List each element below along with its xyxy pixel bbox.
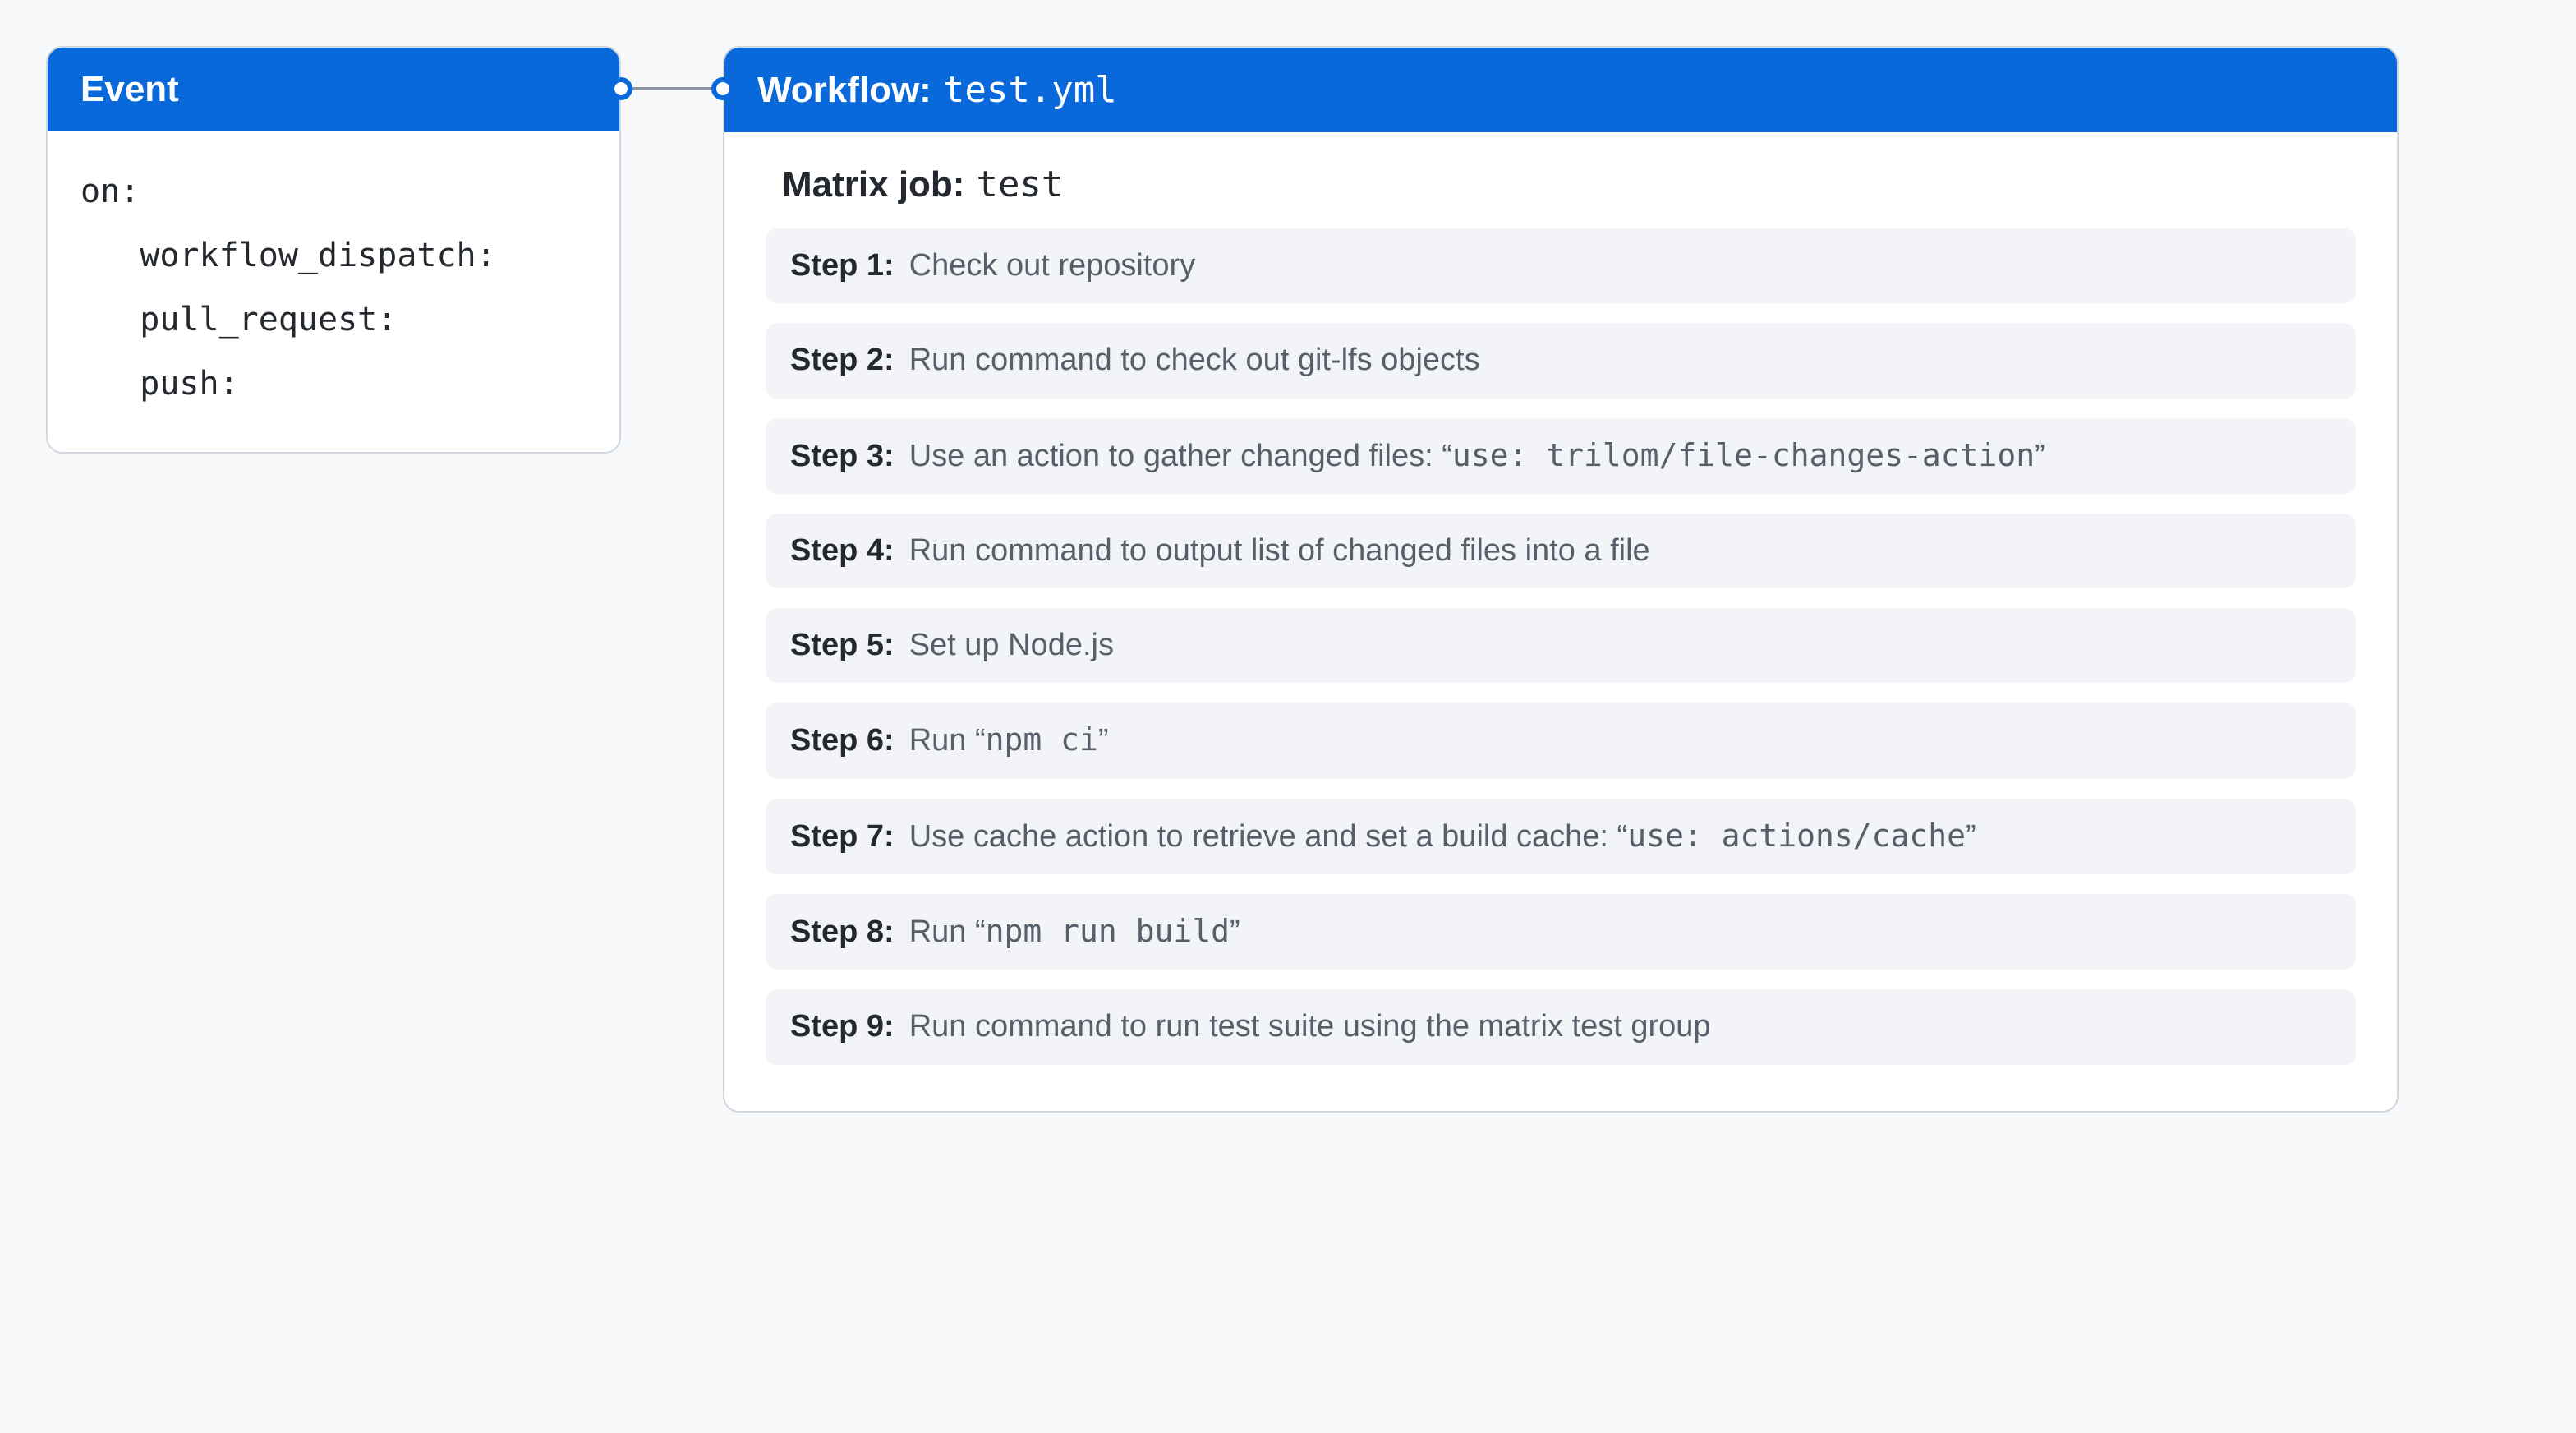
step-description: Run “npm run build” bbox=[909, 910, 1240, 953]
connector-dot-left bbox=[610, 77, 632, 100]
event-code-line: push: bbox=[80, 352, 586, 416]
step-description: Run “npm ci” bbox=[909, 719, 1109, 762]
matrix-job-name: test bbox=[976, 164, 1063, 205]
workflow-body: Matrix job: test Step 1: Check out reposi… bbox=[724, 132, 2397, 1111]
step-description: Check out repository bbox=[909, 245, 1196, 287]
step-row: Step 1: Check out repository bbox=[766, 228, 2356, 303]
step-label: Step 5: bbox=[790, 624, 895, 666]
step-description: Run command to check out git-lfs objects bbox=[909, 339, 1480, 381]
step-description: Use cache action to retrieve and set a b… bbox=[909, 815, 1976, 858]
step-row: Step 4: Run command to output list of cha… bbox=[766, 514, 2356, 588]
step-row: Step 2: Run command to check out git-lfs … bbox=[766, 323, 2356, 398]
step-code: npm ci bbox=[986, 721, 1098, 758]
step-label: Step 3: bbox=[790, 435, 895, 477]
workflow-header: Workflow: test.yml bbox=[724, 48, 2397, 132]
step-label: Step 4: bbox=[790, 530, 895, 572]
step-label: Step 8: bbox=[790, 911, 895, 953]
matrix-job-label: Matrix job: bbox=[782, 164, 964, 205]
diagram-stage: Event on: workflow_dispatch: pull_reques… bbox=[0, 0, 2576, 1433]
connector-line bbox=[621, 87, 723, 90]
steps-list: Step 1: Check out repository Step 2: Run co… bbox=[766, 228, 2356, 1065]
event-code-line: workflow_dispatch: bbox=[80, 223, 586, 288]
workflow-header-file: test.yml bbox=[943, 69, 1117, 111]
step-label: Step 9: bbox=[790, 1006, 895, 1048]
step-description: Run command to run test suite using the … bbox=[909, 1006, 1711, 1048]
step-label: Step 2: bbox=[790, 339, 895, 381]
workflow-header-label: Workflow: bbox=[757, 70, 932, 111]
matrix-job-title: Matrix job: test bbox=[782, 164, 2356, 205]
step-description: Set up Node.js bbox=[909, 624, 1114, 666]
step-row: Step 8: Run “npm run build” bbox=[766, 894, 2356, 970]
step-label: Step 7: bbox=[790, 816, 895, 858]
event-code-line: on: bbox=[80, 159, 586, 223]
step-row: Step 7: Use cache action to retrieve and … bbox=[766, 799, 2356, 874]
event-code-line: pull_request: bbox=[80, 288, 586, 352]
workflow-card: Workflow: test.yml Matrix job: test Step… bbox=[723, 46, 2399, 1113]
connector-dot-right bbox=[711, 77, 734, 100]
step-label: Step 6: bbox=[790, 720, 895, 762]
step-row: Step 9: Run command to run test suite usi… bbox=[766, 989, 2356, 1064]
step-code: use: trilom/file-changes-action bbox=[1452, 437, 2035, 473]
event-body: on: workflow_dispatch: pull_request: pus… bbox=[48, 131, 619, 452]
step-label: Step 1: bbox=[790, 245, 895, 287]
event-card: Event on: workflow_dispatch: pull_reques… bbox=[46, 46, 621, 454]
event-header-label: Event bbox=[80, 69, 179, 110]
step-code: use: actions/cache bbox=[1627, 818, 1966, 854]
step-code: npm run build bbox=[986, 913, 1230, 949]
event-header: Event bbox=[48, 48, 619, 131]
step-row: Step 5: Set up Node.js bbox=[766, 608, 2356, 683]
step-row: Step 3: Use an action to gather changed f… bbox=[766, 418, 2356, 494]
step-row: Step 6: Run “npm ci” bbox=[766, 703, 2356, 778]
step-description: Run command to output list of changed fi… bbox=[909, 530, 1650, 572]
step-description: Use an action to gather changed files: “… bbox=[909, 435, 2045, 477]
